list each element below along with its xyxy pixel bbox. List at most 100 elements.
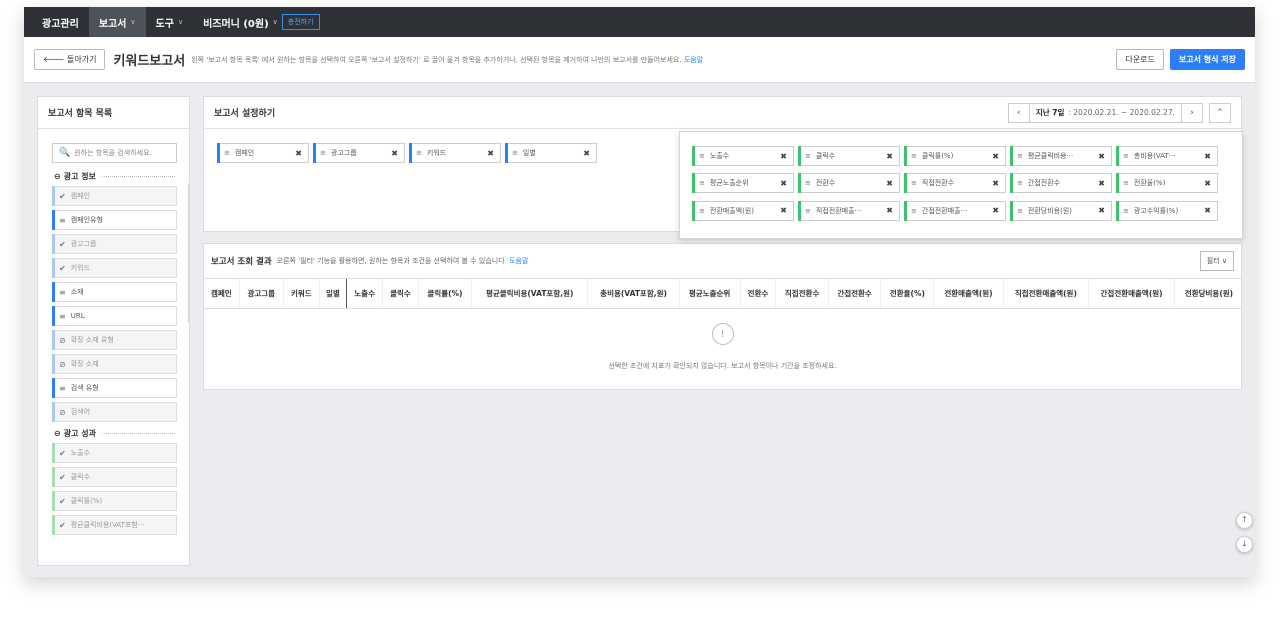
dimension-chip[interactable]: ≡ 캠페인 ✖ — [217, 143, 309, 163]
list-item[interactable]: ✔ 클릭률(%) — [52, 491, 177, 511]
drag-handle-icon[interactable]: ≡ — [699, 207, 705, 215]
column-header[interactable]: 클릭률(%) — [417, 278, 472, 309]
drag-handle-icon[interactable]: ≡ — [1017, 152, 1023, 160]
remove-icon[interactable]: ✖ — [391, 149, 398, 158]
metric-chip[interactable]: ≡ 직접전환수 ✖ — [904, 173, 1006, 194]
column-header[interactable]: 노출수 — [346, 278, 383, 309]
remove-icon[interactable]: ✖ — [780, 152, 787, 161]
drag-handle-icon[interactable]: ≡ — [1123, 152, 1129, 160]
remove-icon[interactable]: ✖ — [1204, 179, 1211, 188]
dimension-chip[interactable]: ≡ 키워드 ✖ — [409, 143, 501, 163]
drag-handle-icon[interactable]: ≡ — [512, 149, 518, 157]
drag-handle-icon[interactable]: ≡ — [320, 149, 326, 157]
column-header[interactable]: 간접전환매출액(원) — [1088, 278, 1175, 309]
metric-chip[interactable]: ≡ 전환수 ✖ — [798, 173, 900, 194]
metric-chip[interactable]: ≡ 간접전환수 ✖ — [1010, 173, 1112, 194]
metric-chip[interactable]: ≡ 클릭수 ✖ — [798, 146, 900, 166]
save-format-button[interactable]: 보고서 형식 저장 — [1169, 49, 1245, 70]
column-header[interactable]: 전환율(%) — [880, 278, 934, 309]
remove-icon[interactable]: ✖ — [1204, 206, 1211, 215]
remove-icon[interactable]: ✖ — [992, 152, 999, 161]
list-item[interactable]: ⊘ 검색어 — [52, 402, 177, 422]
metric-chip[interactable]: ≡ 간접전환매출··· ✖ — [904, 200, 1006, 221]
column-header[interactable]: 전환수 — [739, 278, 776, 309]
list-item[interactable]: ✔ 클릭수 — [52, 467, 177, 487]
metric-chip[interactable]: ≡ 총비용(VAT··· ✖ — [1116, 146, 1218, 166]
metric-chip[interactable]: ≡ 노출수 ✖ — [692, 146, 794, 166]
nav-report[interactable]: 보고서 ∨ — [88, 7, 146, 37]
drag-handle-icon[interactable]: ≡ — [805, 152, 811, 160]
item-search-input[interactable]: 🔍 원하는 항목을 검색하세요. — [52, 143, 177, 163]
column-header[interactable]: 평균클릭비용(VAT포함,원) — [471, 278, 588, 309]
drag-handle-icon[interactable]: ≡ — [1017, 207, 1023, 215]
help-link[interactable]: 도움말 — [684, 56, 703, 64]
remove-icon[interactable]: ✖ — [487, 149, 494, 158]
column-header[interactable]: 키워드 — [282, 278, 320, 309]
list-item[interactable]: ✔ 노출수 — [52, 443, 177, 463]
drag-handle-icon[interactable]: ≡ — [805, 179, 811, 187]
nav-ad-management[interactable]: 광고관리 — [32, 7, 89, 37]
list-item[interactable]: ✔ 캠페인 — [52, 186, 177, 206]
metric-chip[interactable]: ≡ 클릭률(%) ✖ — [904, 146, 1006, 166]
metric-chip[interactable]: ≡ 전환당비용(원) ✖ — [1010, 200, 1112, 221]
remove-icon[interactable]: ✖ — [583, 149, 590, 158]
drag-handle-icon[interactable]: ≡ — [911, 152, 917, 160]
list-item[interactable]: ≡ 검색 유형 — [52, 378, 177, 398]
charge-button[interactable]: 충전하기 — [281, 14, 320, 30]
chevron-left-icon[interactable]: ‹ — [1007, 102, 1030, 123]
remove-icon[interactable]: ✖ — [886, 152, 893, 161]
column-header[interactable]: 총비용(VAT포함,원) — [587, 278, 680, 309]
help-link[interactable]: 도움말 — [509, 257, 528, 265]
column-header[interactable]: 클릭수 — [382, 278, 419, 309]
column-header[interactable]: 캠페인 — [204, 278, 240, 309]
remove-icon[interactable]: ✖ — [1204, 152, 1211, 161]
remove-icon[interactable]: ✖ — [780, 179, 787, 188]
scroll-up-button[interactable]: 🡑 — [1236, 512, 1253, 529]
column-header[interactable]: 직접전환수 — [775, 278, 829, 309]
column-header[interactable]: 간접전환수 — [827, 278, 881, 309]
metric-chip[interactable]: ≡ 전환율(%) ✖ — [1116, 173, 1218, 194]
column-header[interactable]: 전환당비용(원) — [1173, 278, 1241, 309]
drag-handle-icon[interactable]: ≡ — [699, 152, 705, 160]
remove-icon[interactable]: ✖ — [295, 149, 302, 158]
list-item[interactable]: ✔ 키워드 — [52, 258, 177, 278]
scrollbar[interactable] — [188, 183, 189, 323]
drag-handle-icon[interactable]: ≡ — [224, 149, 230, 157]
list-item[interactable]: ✔ 평균클릭비용(VAT포함··· — [52, 515, 177, 535]
chevron-up-icon[interactable]: ⌃ — [1209, 102, 1231, 123]
drag-handle-icon[interactable]: ≡ — [1123, 207, 1129, 215]
section-ad-performance[interactable]: ⊖ 광고 성과 — [54, 428, 175, 439]
column-header[interactable]: 광고그룹 — [238, 278, 284, 309]
metric-chip[interactable]: ≡ 직접전환매출··· ✖ — [798, 200, 900, 221]
column-header[interactable]: 전환매출액(원) — [933, 278, 1004, 309]
metric-chip[interactable]: ≡ 평균노출순위 ✖ — [692, 173, 794, 194]
drag-handle-icon[interactable]: ≡ — [416, 149, 422, 157]
filter-button[interactable]: 필터 ∨ — [1199, 251, 1234, 271]
list-item[interactable]: ⊘ 확장 소재 유형 — [52, 330, 177, 350]
section-ad-info[interactable]: ⊖ 광고 정보 — [54, 171, 175, 182]
remove-icon[interactable]: ✖ — [1098, 179, 1105, 188]
list-item[interactable]: ≡ URL — [52, 306, 177, 326]
drag-handle-icon[interactable]: ≡ — [1123, 179, 1129, 187]
drag-handle-icon[interactable]: ≡ — [1017, 179, 1023, 187]
scroll-down-button[interactable]: 🡓 — [1236, 536, 1253, 553]
list-item[interactable]: ✔ 광고그룹 — [52, 234, 177, 254]
nav-tools[interactable]: 도구 ∨ — [146, 7, 194, 37]
column-header[interactable]: 평균노출순위 — [678, 278, 741, 309]
remove-icon[interactable]: ✖ — [1098, 206, 1105, 215]
remove-icon[interactable]: ✖ — [886, 179, 893, 188]
list-item[interactable]: ≡ 소재 — [52, 282, 177, 302]
back-button[interactable]: 🡐 돌아가기 — [34, 49, 106, 70]
drag-handle-icon[interactable]: ≡ — [911, 179, 917, 187]
metric-chip[interactable]: ≡ 평균클릭비용··· ✖ — [1010, 146, 1112, 166]
dimension-chip[interactable]: ≡ 광고그룹 ✖ — [313, 143, 405, 163]
drag-handle-icon[interactable]: ≡ — [699, 179, 705, 187]
date-range-label[interactable]: 지난 7일: 2020.02.21. ~ 2020.02.27. — [1029, 102, 1181, 123]
nav-bizmoney[interactable]: 비즈머니 (0원) ∨ 충전하기 — [193, 7, 329, 37]
list-item[interactable]: ≡ 캠페인유형 — [52, 210, 177, 230]
remove-icon[interactable]: ✖ — [992, 206, 999, 215]
metric-chip[interactable]: ≡ 광고수익률(%) ✖ — [1116, 200, 1218, 221]
chevron-right-icon[interactable]: › — [1181, 102, 1203, 123]
list-item[interactable]: ⊘ 확장 소재 — [52, 354, 177, 374]
remove-icon[interactable]: ✖ — [1098, 152, 1105, 161]
